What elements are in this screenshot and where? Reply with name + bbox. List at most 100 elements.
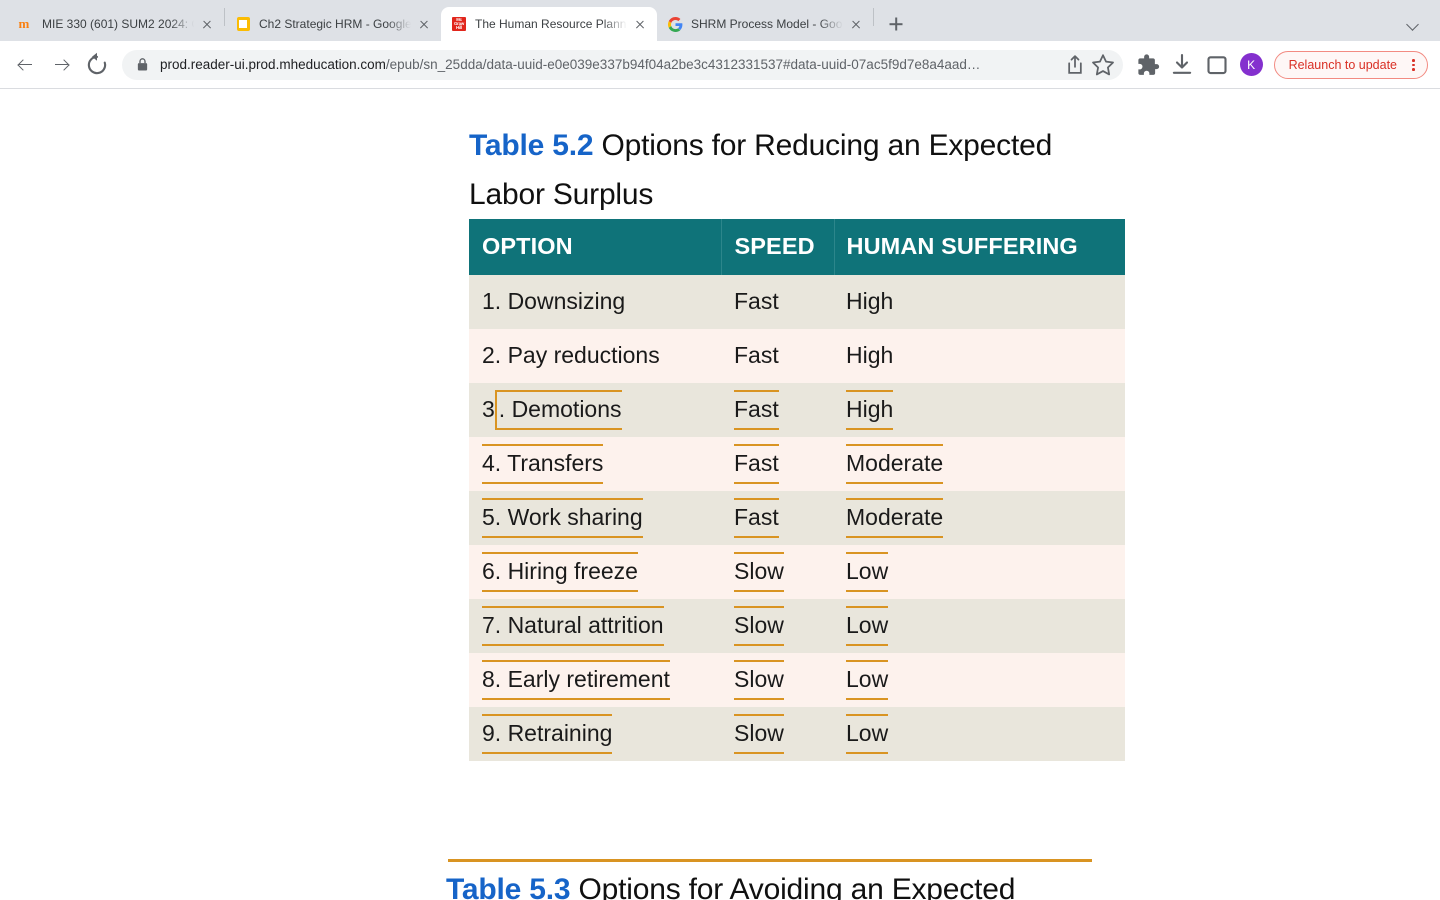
downloads-icon[interactable] [1167, 50, 1197, 80]
highlight-annotation: Low [846, 714, 889, 754]
highlight-annotation: Moderate [846, 498, 944, 538]
cell-speed: Slow [721, 653, 834, 707]
highlight-annotation: Low [846, 660, 889, 700]
cell-suffering: Moderate [834, 437, 1125, 491]
cell-speed: Fast [721, 275, 834, 329]
cell-speed: Slow [721, 599, 834, 653]
cell-suffering: Low [834, 653, 1125, 707]
mcgraw-hill-icon: Mc Graw Hill [451, 16, 467, 32]
speed-text: Fast [734, 342, 779, 368]
highlight-annotation: 6. Hiring freeze [482, 552, 638, 592]
table-5-3-highlight-rule [448, 859, 1092, 862]
cell-speed: Fast [721, 329, 834, 383]
browser-toolbar: prod.reader-ui.prod.mheducation.com/epub… [0, 41, 1440, 88]
cell-suffering: Low [834, 707, 1125, 761]
highlight-annotation: Low [846, 552, 889, 592]
tab-strip: m MIE 330 (601) SUM2 2024: Ch Ch2 Strate… [0, 0, 1440, 41]
highlight-annotation: Moderate [846, 444, 944, 484]
page-viewport: Table 5.2 Options for Reducing an Expect… [0, 89, 1440, 900]
speed-text: Fast [734, 288, 779, 314]
highlight-annotation: Fast [734, 444, 779, 484]
extensions-icon[interactable] [1132, 50, 1162, 80]
cell-option: 6. Hiring freeze [469, 545, 721, 599]
google-slides-icon [235, 16, 251, 32]
cell-suffering: High [834, 383, 1125, 437]
highlight-annotation: Low [846, 606, 889, 646]
table-body: 1. Downsizing Fast High 2. Pay reduction… [469, 275, 1125, 761]
table-header: OPTION SPEED HUMAN SUFFERING [469, 219, 1125, 275]
browser-tab-3-active[interactable]: Mc Graw Hill The Human Resource Planning [441, 7, 657, 41]
column-header-speed: SPEED [720, 219, 834, 275]
cell-suffering: High [834, 329, 1125, 383]
close-icon[interactable] [415, 15, 433, 33]
close-icon[interactable] [631, 15, 649, 33]
cell-option: 4. Transfers [469, 437, 721, 491]
new-tab-button[interactable] [882, 10, 910, 38]
tab-divider [873, 7, 874, 26]
cell-speed: Fast [721, 437, 834, 491]
highlight-annotation: . Demotions [494, 390, 622, 430]
close-icon[interactable] [198, 15, 216, 33]
cell-option: 5. Work sharing [469, 491, 721, 545]
option-text: 2. Pay reductions [482, 342, 660, 368]
relaunch-label: Relaunch to update [1288, 57, 1397, 72]
column-header-option: OPTION [469, 219, 721, 275]
browser-tab-4[interactable]: SHRM Process Model - Google [657, 7, 873, 41]
table-row: 2. Pay reductions Fast High [469, 329, 1125, 383]
table-row: 6. Hiring freeze Slow Low [469, 545, 1125, 599]
tab-title: MIE 330 (601) SUM2 2024: Ch [42, 17, 194, 31]
close-icon[interactable] [847, 15, 865, 33]
table-row: 5. Work sharing Fast Moderate [469, 491, 1125, 545]
suffering-text: High [846, 288, 894, 314]
tab-title: Ch2 Strategic HRM - Google Sl [259, 17, 411, 31]
cell-option: 9. Retraining [469, 707, 721, 761]
cell-speed: Fast [721, 491, 834, 545]
table-row: 8. Early retirement Slow Low [469, 653, 1125, 707]
relaunch-to-update-button[interactable]: Relaunch to update [1273, 50, 1428, 79]
avatar[interactable]: K [1239, 53, 1263, 76]
browser-tab-1[interactable]: m MIE 330 (601) SUM2 2024: Ch [8, 7, 224, 41]
highlight-annotation: 4. Transfers [482, 444, 604, 484]
tab-title: SHRM Process Model - Google [691, 17, 843, 31]
cell-suffering: Moderate [834, 491, 1125, 545]
highlight-annotation: 7. Natural attrition [482, 606, 664, 646]
highlight-annotation: Fast [734, 498, 779, 538]
forward-button[interactable] [46, 50, 76, 80]
side-panel-icon[interactable] [1202, 50, 1232, 80]
table-5-2: OPTION SPEED HUMAN SUFFERING 1. Downsizi… [469, 219, 1125, 761]
cell-option: 8. Early retirement [469, 653, 721, 707]
google-icon [667, 16, 683, 32]
table-5-3-caption: Table 5.3 Options for Avoiding an Expect… [446, 865, 1146, 900]
address-bar[interactable]: prod.reader-ui.prod.mheducation.com/epub… [122, 49, 1123, 80]
cell-suffering: High [834, 275, 1125, 329]
highlight-annotation: Slow [734, 660, 784, 700]
highlight-annotation: Fast [734, 390, 779, 430]
cell-speed: Slow [721, 707, 834, 761]
table-row: 7. Natural attrition Slow Low [469, 599, 1125, 653]
tab-title: The Human Resource Planning [475, 17, 627, 31]
cell-suffering: Low [834, 599, 1125, 653]
chrome-menu-icon[interactable] [1405, 57, 1421, 73]
table-row: 3. Demotions Fast High [469, 383, 1125, 437]
table-row: 4. Transfers Fast Moderate [469, 437, 1125, 491]
highlight-annotation: 5. Work sharing [482, 498, 643, 538]
table-5-2-number: Table 5.2 [469, 129, 594, 162]
cell-option: 7. Natural attrition [469, 599, 721, 653]
table-row: 1. Downsizing Fast High [469, 275, 1125, 329]
table-5-3-caption-text: Options for Avoiding an Expected [570, 873, 1016, 900]
back-button[interactable] [10, 50, 40, 80]
browser-tab-2[interactable]: Ch2 Strategic HRM - Google Sl [225, 7, 441, 41]
lock-icon [136, 57, 149, 72]
highlight-annotation: Slow [734, 552, 784, 592]
cell-option: 3. Demotions [469, 383, 721, 437]
share-icon[interactable] [1061, 51, 1089, 79]
bookmark-star-icon[interactable] [1089, 51, 1117, 79]
highlight-annotation: 9. Retraining [482, 714, 613, 754]
chevron-down-icon[interactable] [1400, 11, 1426, 37]
highlight-annotation: Slow [734, 714, 784, 754]
url-domain: prod.reader-ui.prod.mheducation.com [160, 56, 386, 72]
cell-suffering: Low [834, 545, 1125, 599]
reload-icon[interactable] [82, 50, 112, 80]
column-header-suffering: HUMAN SUFFERING [833, 219, 1125, 275]
cell-option: 2. Pay reductions [469, 329, 721, 383]
